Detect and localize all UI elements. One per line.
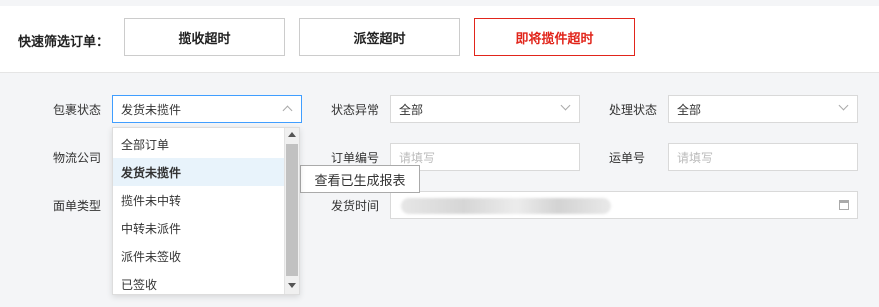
- waybill-no-input[interactable]: 请填写: [668, 143, 858, 171]
- waybill-no-label: 运单号: [609, 151, 646, 165]
- scroll-down-arrow-icon[interactable]: [288, 283, 296, 288]
- chevron-down-icon: [560, 100, 571, 111]
- process-status-value: 全部: [677, 102, 702, 117]
- chevron-up-icon: [282, 105, 293, 116]
- package-status-label: 包裹状态: [53, 103, 102, 117]
- ship-time-range-input[interactable]: [390, 191, 858, 219]
- ship-time-label: 发货时间: [331, 199, 380, 213]
- status-abnormal-value: 全部: [399, 102, 424, 117]
- waybill-type-label: 面单类型: [53, 199, 102, 213]
- process-status-select[interactable]: 全部: [668, 95, 858, 123]
- package-status-select[interactable]: 发货未揽件: [112, 95, 302, 123]
- scroll-up-arrow-icon[interactable]: [288, 132, 296, 137]
- order-no-label: 订单编号: [331, 151, 380, 165]
- dropdown-option-picked-not-transferred[interactable]: 揽件未中转: [113, 186, 287, 214]
- quick-filter-bar: 快速筛选订单： 揽收超时 派签超时 即将揽件超时: [0, 6, 879, 72]
- quick-filter-pickup-soon-timeout-button[interactable]: 即将揽件超时: [474, 18, 635, 56]
- dropdown-option-signed[interactable]: 已签收: [113, 270, 287, 294]
- quick-filter-pickup-timeout-button[interactable]: 揽收超时: [124, 18, 285, 56]
- dropdown-option-dispatched-not-signed[interactable]: 派件未签收: [113, 242, 287, 270]
- dropdown-option-transferred-not-dispatched[interactable]: 中转未派件: [113, 214, 287, 242]
- logistics-company-label: 物流公司: [53, 151, 102, 165]
- status-abnormal-select[interactable]: 全部: [390, 95, 580, 123]
- dropdown-option-all-orders[interactable]: 全部订单: [113, 130, 287, 158]
- package-status-value: 发货未揽件: [121, 102, 182, 117]
- quick-filter-delivery-timeout-button[interactable]: 派签超时: [299, 18, 460, 56]
- ship-time-redacted-value: [401, 198, 611, 214]
- chevron-down-icon: [838, 100, 849, 111]
- package-status-dropdown: 全部订单 发货未揽件 揽件未中转 中转未派件 派件未签收 已签收: [112, 127, 300, 295]
- dropdown-option-shipped-not-picked[interactable]: 发货未揽件: [113, 158, 287, 186]
- scrollbar-thumb[interactable]: [286, 144, 298, 276]
- calendar-icon[interactable]: [839, 200, 849, 210]
- view-generated-reports-button[interactable]: 查看已生成报表: [300, 165, 420, 193]
- waybill-no-placeholder: 请填写: [677, 150, 714, 165]
- order-no-placeholder: 请填写: [399, 150, 436, 165]
- quick-filter-label: 快速筛选订单：: [18, 35, 110, 50]
- status-abnormal-label: 状态异常: [331, 103, 380, 117]
- dropdown-scrollbar[interactable]: [284, 128, 299, 294]
- process-status-label: 处理状态: [609, 103, 658, 117]
